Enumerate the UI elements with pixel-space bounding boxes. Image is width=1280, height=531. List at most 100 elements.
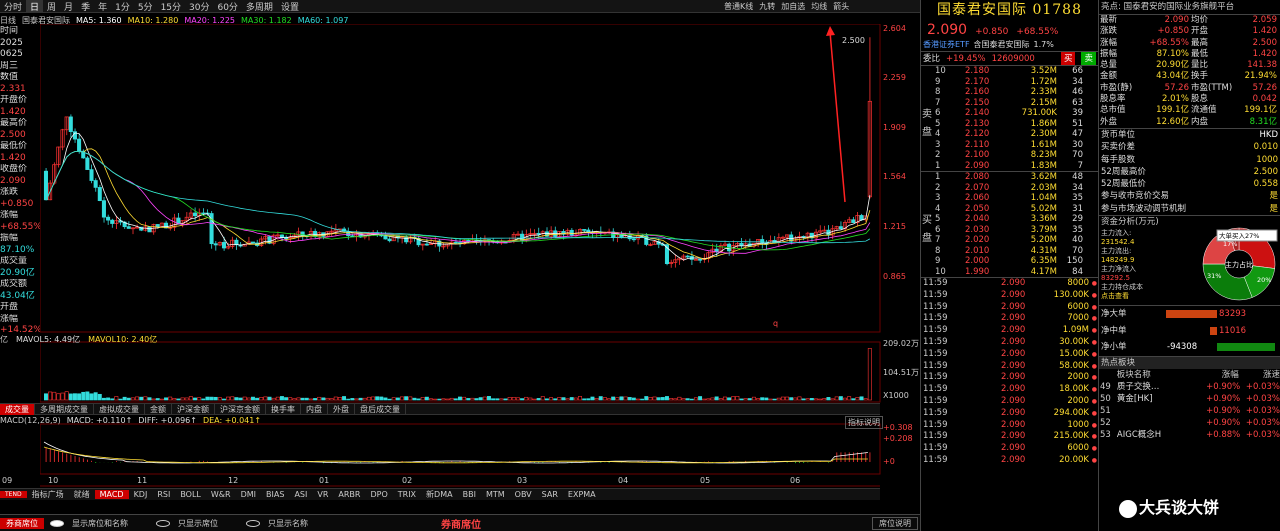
indicator-tab-6[interactable]: DMI bbox=[236, 490, 261, 499]
asks-row[interactable]: 4 2.120 2.30M 47 bbox=[935, 129, 1098, 140]
flow-pie-chart[interactable]: 主力占比17%31% 20%大单买入27% bbox=[1197, 216, 1280, 306]
bids-row[interactable]: 1 2.080 3.62M 48 bbox=[935, 172, 1098, 183]
bids-row[interactable]: 5 2.040 3.36M 29 bbox=[935, 214, 1098, 225]
indicator-tab-5[interactable]: W&R bbox=[206, 490, 236, 499]
bids-row[interactable]: 2 2.070 2.03M 34 bbox=[935, 183, 1098, 194]
indicator-tab-16[interactable]: OBV bbox=[510, 490, 537, 499]
asks-row[interactable]: 2 2.100 8.23M 70 bbox=[935, 150, 1098, 161]
vol-tab-5[interactable]: 沪深京金额 bbox=[215, 403, 266, 415]
volume-bar bbox=[226, 396, 231, 401]
period-tab-5[interactable]: 年 bbox=[94, 0, 111, 13]
asks-row[interactable]: 7 2.150 2.15M 63 bbox=[935, 98, 1098, 109]
candle-body bbox=[89, 169, 94, 181]
kline-chart[interactable] bbox=[40, 24, 920, 514]
board-row[interactable]: 53 AIGC概念H +0.88% +0.03% bbox=[1099, 429, 1280, 441]
asks-row[interactable]: 9 2.170 1.72M 34 bbox=[935, 77, 1098, 88]
tick-volume: 15.00K bbox=[1059, 348, 1089, 359]
board-row[interactable]: 52 +0.90% +0.03% bbox=[1099, 417, 1280, 429]
period-tab-6[interactable]: 1分 bbox=[111, 0, 134, 13]
bids-row[interactable]: 8 2.010 4.31M 70 bbox=[935, 246, 1098, 257]
period-tab-8[interactable]: 15分 bbox=[157, 0, 185, 13]
indicator-tab-13[interactable]: 新DMA bbox=[421, 489, 458, 500]
indicator-tab-4[interactable]: BOLL bbox=[175, 490, 206, 499]
broker-option-0[interactable]: 显示席位和名称 bbox=[44, 518, 140, 529]
indicator-tab-18[interactable]: EXPMA bbox=[563, 490, 601, 499]
ma-line-60 bbox=[45, 151, 871, 244]
toolbar-right-3[interactable]: 均线 bbox=[811, 1, 827, 12]
vol-tab-9[interactable]: 盘后成交量 bbox=[355, 403, 406, 415]
volume-bar bbox=[412, 397, 417, 401]
bids-row[interactable]: 4 2.050 5.02M 31 bbox=[935, 204, 1098, 215]
asks-row[interactable]: 6 2.140 731.00K 39 bbox=[935, 108, 1098, 119]
indicator-tab-17[interactable]: SAR bbox=[537, 490, 563, 499]
asks-row[interactable]: 8 2.160 2.33M 46 bbox=[935, 87, 1098, 98]
asks-row[interactable]: 10 2.180 3.52M 66 bbox=[935, 66, 1098, 77]
vol-tab-7[interactable]: 内盘 bbox=[301, 403, 328, 415]
volume-bar bbox=[640, 398, 645, 401]
toolbar-right-0[interactable]: 普通K线 bbox=[724, 1, 753, 12]
indicator-tab-10[interactable]: ARBR bbox=[333, 490, 365, 499]
vol-tab-8[interactable]: 外盘 bbox=[328, 403, 355, 415]
period-tab-11[interactable]: 多周期 bbox=[242, 0, 277, 13]
broker-help-button[interactable]: 席位说明 bbox=[872, 516, 918, 530]
indicator-tab-9[interactable]: VR bbox=[312, 490, 333, 499]
bids-row[interactable]: 9 2.000 6.35M 150 bbox=[935, 256, 1098, 267]
sell-button[interactable]: 卖 bbox=[1081, 52, 1096, 65]
board-row[interactable]: 50 黄金[HK] +0.90% +0.03% bbox=[1099, 393, 1280, 405]
tick-direction-icon: ● bbox=[1091, 350, 1097, 358]
vol-tab-3[interactable]: 金额 bbox=[145, 403, 172, 415]
broker-tab[interactable]: 券商席位 bbox=[0, 517, 44, 529]
bids-row[interactable]: 7 2.020 5.20M 40 bbox=[935, 235, 1098, 246]
indicator-tab-8[interactable]: ASI bbox=[289, 490, 312, 499]
period-tab-1[interactable]: 日 bbox=[26, 0, 44, 13]
indicator-tab-7[interactable]: BIAS bbox=[261, 490, 289, 499]
indicator-help-button[interactable]: 指标说明 bbox=[845, 416, 883, 429]
vol-tab-4[interactable]: 沪深金额 bbox=[172, 403, 215, 415]
vol-tab-0[interactable]: 成交量 bbox=[0, 403, 35, 415]
indicator-tab-0[interactable]: 就绪 bbox=[69, 489, 95, 500]
tab-prefix-1[interactable]: TEND bbox=[0, 491, 27, 498]
broker-option-2[interactable]: 只显示名称 bbox=[240, 518, 320, 529]
period-tab-0[interactable]: 分时 bbox=[0, 0, 26, 13]
buy-button[interactable]: 买 bbox=[1060, 52, 1076, 65]
indicator-tab-14[interactable]: BBI bbox=[458, 490, 481, 499]
volume-bar bbox=[52, 391, 57, 401]
period-tab-4[interactable]: 季 bbox=[77, 0, 94, 13]
month-label-1: 10 bbox=[48, 476, 59, 485]
asks-row[interactable]: 5 2.130 1.86M 51 bbox=[935, 119, 1098, 130]
indicator-tab-2[interactable]: KDJ bbox=[129, 490, 153, 499]
volume-bar bbox=[602, 397, 607, 401]
stat-value: +0.850 bbox=[1157, 26, 1189, 37]
tab-prefix-2[interactable]: 指标广场 bbox=[27, 489, 69, 500]
indicator-tab-3[interactable]: RSI bbox=[152, 490, 175, 499]
vol-tab-6[interactable]: 换手率 bbox=[266, 403, 301, 415]
board-row[interactable]: 51 +0.90% +0.03% bbox=[1099, 405, 1280, 417]
period-tab-9[interactable]: 30分 bbox=[185, 0, 213, 13]
period-tab-12[interactable]: 设置 bbox=[277, 0, 303, 13]
indicator-tab-12[interactable]: TRIX bbox=[393, 490, 421, 499]
broker-option-1[interactable]: 只显示席位 bbox=[150, 518, 230, 529]
period-tab-3[interactable]: 月 bbox=[60, 0, 77, 13]
toolbar-right-2[interactable]: 加自选 bbox=[781, 1, 805, 12]
toolbar-right-1[interactable]: 九转 bbox=[759, 1, 775, 12]
asks-row[interactable]: 1 2.090 1.83M 7 bbox=[935, 161, 1098, 172]
bids-row[interactable]: 6 2.030 3.79M 35 bbox=[935, 225, 1098, 236]
asks-row[interactable]: 3 2.110 1.61M 30 bbox=[935, 140, 1098, 151]
bids-row[interactable]: 10 1.990 4.17M 84 bbox=[935, 267, 1098, 278]
toolbar-right-4[interactable]: 箭头 bbox=[833, 1, 849, 12]
vol-tab-1[interactable]: 多周期成交量 bbox=[35, 403, 94, 415]
stat-label: 内盘 bbox=[1191, 116, 1209, 127]
indicator-tab-11[interactable]: DPO bbox=[365, 490, 392, 499]
bids-row[interactable]: 3 2.060 1.04M 35 bbox=[935, 193, 1098, 204]
ma-line-30 bbox=[45, 151, 871, 251]
price: 2.010 bbox=[965, 245, 990, 256]
vol-tab-2[interactable]: 虚拟成交量 bbox=[94, 403, 145, 415]
etf-name[interactable]: 香港证券ETF bbox=[923, 38, 970, 51]
indicator-tab-1[interactable]: MACD bbox=[94, 490, 129, 499]
indicator-tab-15[interactable]: MTM bbox=[481, 490, 510, 499]
period-tab-10[interactable]: 60分 bbox=[213, 0, 241, 13]
period-tab-2[interactable]: 周 bbox=[43, 0, 60, 13]
board-row[interactable]: 49 质子交换… +0.90% +0.03% bbox=[1099, 381, 1280, 393]
volume-bar bbox=[197, 397, 202, 401]
period-tab-7[interactable]: 5分 bbox=[134, 0, 157, 13]
